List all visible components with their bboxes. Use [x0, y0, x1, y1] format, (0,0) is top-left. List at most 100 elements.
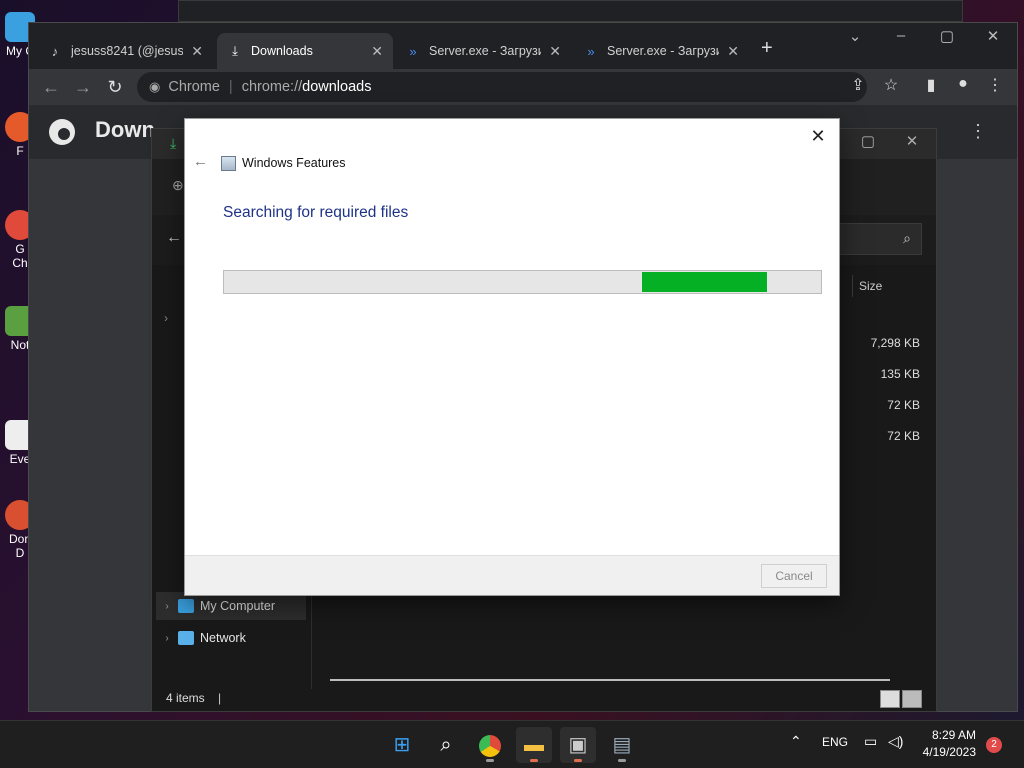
nav-item-label: My Computer — [200, 599, 276, 613]
windows-features-dialog: ✕ ← Windows Features Searching for requi… — [184, 118, 840, 596]
item-count: 4 items — [166, 691, 205, 705]
close-icon[interactable]: ✕ — [727, 43, 739, 60]
nav-item-my-computer[interactable]: › My Computer — [156, 592, 306, 620]
file-explorer-taskbar-icon[interactable]: ▬ — [516, 727, 552, 763]
progress-bar — [223, 270, 822, 294]
cancel-button[interactable]: Cancel — [761, 564, 827, 588]
file-size: 135 KB — [880, 367, 920, 381]
horizontal-scrollbar[interactable] — [330, 679, 890, 681]
chrome-site-icon: ◉ — [149, 79, 161, 94]
close-window-button[interactable]: ✕ — [890, 132, 934, 150]
details-view-button[interactable] — [880, 690, 900, 708]
chrome-logo-icon — [49, 119, 75, 145]
new-tab-button[interactable]: + — [761, 37, 773, 60]
app-icon: » — [587, 43, 595, 59]
file-size: 72 KB — [887, 429, 920, 443]
tab-server-2[interactable]: » Server.exe - Загрузит ✕ — [573, 33, 749, 69]
running-indicator — [486, 759, 494, 762]
running-indicator — [530, 759, 538, 762]
taskbar: ⊞ ⌕ ▬ ▣ ▤ ⌃ ENG ▭ ◁) 8:29 AM 4/19/2023 2 — [0, 720, 1024, 768]
reload-icon[interactable]: ↻ — [99, 77, 131, 98]
windows-features-taskbar-icon[interactable]: ▣ — [560, 727, 596, 763]
dialog-footer: Cancel — [185, 555, 839, 595]
performance-monitor-icon: ▤ — [612, 734, 632, 756]
desktop-icon-label: F — [16, 144, 24, 158]
back-icon[interactable]: ← — [166, 229, 182, 247]
computer-icon — [178, 599, 194, 613]
file-size: 72 KB — [887, 398, 920, 412]
tab-title: Server.exe - Загрузит — [429, 44, 542, 58]
column-header-size[interactable]: Size — [852, 275, 932, 297]
dialog-heading: Searching for required files — [223, 204, 409, 221]
url-path: downloads — [302, 79, 372, 95]
status-bar: 4 items | — [152, 685, 936, 711]
tab-server-1[interactable]: » Server.exe - Загрузит ✕ — [395, 33, 571, 69]
tab-strip: ♪ jesuss8241 (@jesuss8 ✕ ⤓ Downloads ✕ »… — [29, 23, 1017, 69]
volume-icon[interactable]: ◁) — [888, 733, 903, 750]
time: 8:29 AM — [931, 728, 976, 742]
bookmark-star-icon[interactable]: ☆ — [876, 75, 906, 95]
menu-icon[interactable]: ⋮ — [980, 75, 1010, 95]
background-window — [178, 0, 963, 22]
divider: | — [218, 691, 222, 705]
network-icon[interactable]: ▭ — [864, 733, 877, 750]
share-icon[interactable]: ⇪ — [843, 75, 873, 95]
divider: | — [228, 79, 233, 95]
close-button[interactable]: ✕ — [805, 123, 831, 149]
file-size: 7,298 KB — [870, 336, 920, 350]
desktop-icon-label: Not — [10, 338, 30, 352]
download-icon: ⤓ — [170, 135, 177, 151]
close-icon[interactable]: ✕ — [549, 43, 561, 60]
clock[interactable]: 8:29 AM 4/19/2023 — [923, 727, 976, 761]
tab-title: Downloads — [251, 44, 313, 58]
network-icon — [178, 631, 194, 645]
chrome-icon — [479, 734, 501, 757]
site-chip: Chrome — [168, 79, 220, 95]
dialog-title: Windows Features — [242, 156, 346, 170]
back-icon[interactable]: ← — [193, 153, 208, 170]
running-indicator — [618, 759, 626, 762]
close-window-button[interactable]: ✕ — [970, 27, 1016, 45]
language-indicator[interactable]: ENG — [822, 735, 848, 749]
forward-icon[interactable]: → — [67, 77, 99, 98]
close-icon[interactable]: ✕ — [371, 43, 383, 60]
chevron-up-icon[interactable]: ⌃ — [790, 733, 802, 750]
windows-features-icon — [221, 156, 236, 171]
tiles-view-button[interactable] — [902, 690, 922, 708]
start-icon[interactable]: ⊞ — [384, 727, 420, 763]
page-title: Down — [95, 117, 155, 142]
address-bar[interactable]: ◉ Chrome | chrome://downloads — [137, 72, 867, 102]
url-scheme: chrome:// — [241, 79, 303, 95]
tab-search-icon[interactable]: ⌄ — [832, 27, 878, 45]
chevron-right-icon[interactable]: › — [156, 601, 178, 612]
download-icon: ⤓ — [232, 43, 238, 58]
side-panel-icon[interactable]: ▮ — [916, 75, 946, 95]
date: 4/19/2023 — [922, 745, 976, 759]
search-icon[interactable]: ⌕ — [428, 727, 464, 763]
more-options-icon[interactable]: ⋮ — [969, 121, 987, 142]
profile-icon[interactable]: ● — [948, 75, 978, 93]
close-icon[interactable]: ✕ — [191, 43, 203, 60]
tab-tiktok[interactable]: ♪ jesuss8241 (@jesuss8 ✕ — [37, 33, 213, 69]
notification-badge[interactable]: 2 — [986, 737, 1002, 753]
search-icon: ⌕ — [903, 230, 911, 246]
monitor-taskbar-icon[interactable]: ▤ — [604, 727, 640, 763]
tab-title: Server.exe - Загрузит — [607, 44, 720, 58]
browser-toolbar: ← → ↻ ◉ Chrome | chrome://downloads ⇪ ☆ … — [29, 69, 1017, 105]
folder-icon: ▬ — [524, 734, 544, 756]
maximize-button[interactable]: ▢ — [924, 27, 970, 45]
nav-item-network[interactable]: › Network — [156, 624, 306, 652]
back-icon[interactable]: ← — [35, 77, 67, 98]
windows-features-icon: ▣ — [568, 734, 588, 756]
chrome-taskbar-icon[interactable] — [472, 727, 508, 763]
minimize-button[interactable]: – — [878, 27, 924, 44]
progress-bar-fill — [641, 272, 768, 292]
desktop-icon-label: G Ch — [12, 242, 28, 270]
tiktok-icon: ♪ — [51, 43, 59, 59]
app-icon: » — [409, 43, 417, 59]
chevron-right-icon[interactable]: › — [156, 633, 178, 644]
new-icon[interactable]: ⊕ — [172, 177, 184, 194]
tab-downloads[interactable]: ⤓ Downloads ✕ — [217, 33, 393, 69]
maximize-button[interactable]: ▢ — [846, 132, 890, 150]
nav-item-label: Network — [200, 631, 246, 645]
